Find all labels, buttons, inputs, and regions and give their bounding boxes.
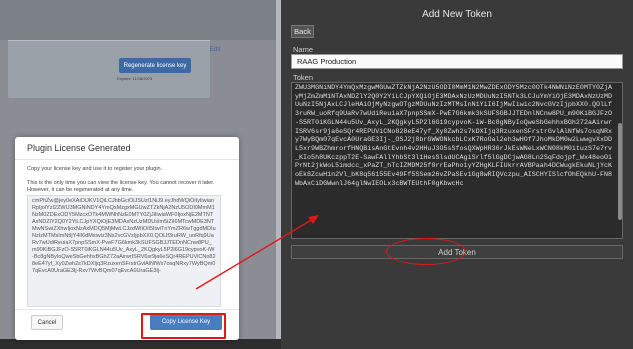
license-key-textarea[interactable]: cmPhZw@jey0eXAiOiJKV1QiLCJhbGciOiJSUzI1N… (27, 195, 221, 307)
regenerate-license-button[interactable]: Regenerate license key (119, 58, 191, 73)
edit-link[interactable]: Edit (210, 47, 220, 53)
name-label: Name (293, 45, 314, 54)
background-page: Regenerate license key Expires: 11/18/20… (0, 0, 281, 349)
card-divider (8, 40, 210, 41)
token-label: Token (293, 73, 314, 82)
back-button[interactable]: Back (291, 25, 314, 38)
modal-footer-divider (15, 309, 239, 310)
page-header-band (0, 0, 281, 40)
modal-header-divider (15, 159, 239, 160)
window-title: Add New Token (422, 9, 492, 20)
token-scrollbar-thumb[interactable] (618, 123, 622, 220)
copy-button-highlight (141, 313, 226, 339)
cancel-button[interactable]: Cancel (31, 315, 63, 330)
modal-title: Plugin License Generated (27, 143, 131, 153)
taskbar-strip (0, 339, 281, 349)
token-textarea[interactable]: ZWU3MGNiNDY4YmQxMzgwMGUwZTZkNjA2NzU5ODI0… (291, 82, 623, 239)
add-token-window: Add New Token Back Name RAAG Production … (281, 0, 633, 349)
name-input[interactable]: RAAG Production (291, 54, 623, 69)
expires-text: Expires: 11/18/2073 (117, 76, 153, 81)
plugin-license-modal: Plugin License Generated Copy your licen… (15, 137, 239, 340)
modal-instructions: Copy your license key and use it to regi… (27, 166, 163, 172)
modal-warning: This is the only time you can view the l… (27, 180, 215, 193)
add-token-highlight (386, 238, 466, 265)
